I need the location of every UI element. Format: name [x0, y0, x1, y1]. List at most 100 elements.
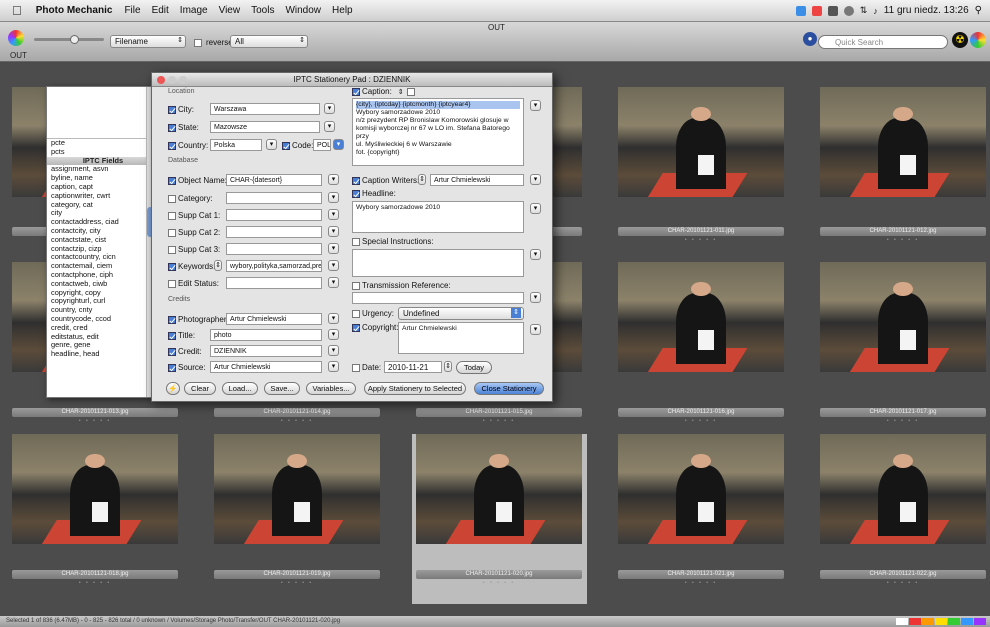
minimize-icon[interactable]: [168, 76, 176, 84]
supp-cat-2-checkbox[interactable]: [168, 228, 176, 237]
field-list-item[interactable]: category, cat: [47, 200, 155, 210]
photographer-field[interactable]: Artur Chmielewski: [226, 313, 322, 325]
code-checkbox[interactable]: [282, 141, 290, 150]
credit-menu-button[interactable]: ▾: [328, 345, 339, 356]
color-wheel-icon[interactable]: [970, 32, 986, 48]
caption-menu-button[interactable]: ▾: [530, 100, 541, 111]
supp-cat-2-menu-button[interactable]: ▾: [328, 226, 339, 237]
menu-window[interactable]: Window: [285, 5, 321, 16]
rating-stars[interactable]: • • • • •: [820, 418, 986, 424]
dropbox-icon[interactable]: [795, 5, 806, 16]
thumbnail-image[interactable]: [820, 262, 986, 372]
menu-tools[interactable]: Tools: [251, 5, 274, 16]
rating-stars[interactable]: • • • • •: [12, 580, 178, 586]
photomechanic-logo-icon[interactable]: [8, 30, 24, 46]
quick-search-input[interactable]: Quick Search: [818, 35, 948, 49]
menu-edit[interactable]: Edit: [152, 5, 169, 16]
clock[interactable]: 11 gru niedz. 13:26: [884, 5, 969, 16]
headline-menu-button[interactable]: ▾: [530, 203, 541, 214]
globe-icon[interactable]: ●: [803, 32, 817, 46]
keywords-menu-button[interactable]: ▾: [328, 260, 339, 271]
thumbnail-cell[interactable]: CHAR-20101121-020.jpg • • • • •: [412, 434, 587, 604]
rating-stars[interactable]: • • • • •: [618, 418, 784, 424]
thumbnail-caption[interactable]: CHAR-20101121-017.jpg: [820, 408, 986, 417]
city-field[interactable]: Warszawa: [210, 103, 320, 115]
special-instructions-menu-button[interactable]: ▾: [530, 249, 541, 260]
menu-image[interactable]: Image: [180, 5, 208, 16]
object-name-field[interactable]: CHAR-{datesort}: [226, 174, 322, 186]
lightning-button[interactable]: ⚡: [166, 382, 180, 395]
thumbnail-caption[interactable]: CHAR-20101121-012.jpg: [820, 227, 986, 236]
menu-help[interactable]: Help: [332, 5, 353, 16]
urgency-select[interactable]: Undefined ⇕: [398, 307, 524, 320]
thumbnail-size-slider[interactable]: [34, 35, 104, 44]
edit-status-field[interactable]: [226, 277, 322, 289]
thumbnail-cell[interactable]: CHAR-20101121-012.jpg • • • • •: [816, 67, 990, 243]
special-instructions-checkbox[interactable]: [352, 237, 360, 246]
city-menu-button[interactable]: ▾: [324, 103, 335, 114]
category-menu-button[interactable]: ▾: [328, 192, 339, 203]
country-menu-button[interactable]: ▾: [266, 139, 277, 150]
transmission-menu-button[interactable]: ▾: [530, 292, 541, 303]
source-menu-button[interactable]: ▾: [328, 361, 339, 372]
category-checkbox[interactable]: [168, 194, 176, 203]
date-checkbox[interactable]: [352, 363, 360, 372]
title-field[interactable]: photo: [210, 329, 322, 341]
color-class-swatch[interactable]: [896, 618, 908, 625]
wifi-icon[interactable]: ⇅: [860, 5, 868, 16]
thumbnail-cell[interactable]: CHAR-20101121-022.jpg • • • • •: [816, 434, 990, 604]
rating-stars[interactable]: • • • • •: [12, 418, 178, 424]
slider-knob[interactable]: [70, 35, 79, 44]
caption-lock-checkbox[interactable]: [406, 87, 415, 96]
thumbnail-image[interactable]: [820, 87, 986, 197]
source-checkbox[interactable]: [168, 363, 176, 372]
thumbnail-caption[interactable]: CHAR-20101121-015.jpg: [416, 408, 582, 417]
thumbnail-caption[interactable]: CHAR-20101121-014.jpg: [214, 408, 380, 417]
color-class-swatch[interactable]: [909, 618, 921, 625]
menu-file[interactable]: File: [124, 5, 140, 16]
filter-select[interactable]: All ⇕: [230, 35, 308, 48]
thumbnail-cell[interactable]: CHAR-20101121-011.jpg • • • • •: [614, 67, 789, 243]
edit-status-menu-button[interactable]: ▾: [328, 277, 339, 288]
rating-stars[interactable]: • • • • •: [416, 418, 582, 424]
thumbnail-image[interactable]: [820, 434, 986, 544]
code-field[interactable]: POL: [313, 139, 331, 151]
supp-cat-3-checkbox[interactable]: [168, 245, 176, 254]
thumbnail-caption[interactable]: CHAR-20101121-011.jpg: [618, 227, 784, 236]
urgency-checkbox[interactable]: [352, 309, 360, 318]
thumbnail-image[interactable]: [12, 434, 178, 544]
radiation-icon[interactable]: ☢: [952, 32, 968, 48]
rating-stars[interactable]: • • • • •: [820, 580, 986, 586]
object-name-checkbox[interactable]: [168, 176, 176, 185]
date-stepper[interactable]: ⇕: [444, 361, 452, 372]
sync-icon[interactable]: [827, 5, 838, 16]
iptc-field-list[interactable]: pcte pcts IPTC Fields assignment, asvn bylin…: [46, 86, 156, 398]
country-field[interactable]: Polska: [210, 139, 262, 151]
status-icon[interactable]: [811, 5, 822, 16]
state-menu-button[interactable]: ▾: [324, 121, 335, 132]
tab-out[interactable]: OUT: [10, 51, 27, 60]
category-field[interactable]: [226, 192, 322, 204]
thumbnail-caption[interactable]: CHAR-20101121-020.jpg: [416, 570, 582, 579]
thumbnail-caption[interactable]: CHAR-20101121-013.jpg: [12, 408, 178, 417]
rating-stars[interactable]: • • • • •: [618, 237, 784, 243]
keywords-checkbox[interactable]: [168, 262, 176, 271]
rating-stars[interactable]: • • • • •: [618, 580, 784, 586]
thumbnail-caption[interactable]: CHAR-20101121-022.jpg: [820, 570, 986, 579]
rating-stars[interactable]: • • • • •: [820, 237, 986, 243]
special-instructions-textarea[interactable]: [352, 249, 524, 277]
object-name-menu-button[interactable]: ▾: [328, 174, 339, 185]
rating-stars[interactable]: • • • • •: [214, 418, 380, 424]
zoom-icon[interactable]: [179, 76, 187, 84]
thumbnail-image[interactable]: [618, 262, 784, 372]
reverse-checkbox[interactable]: reverse: [194, 38, 233, 47]
app-menu[interactable]: Photo Mechanic: [36, 5, 113, 16]
sort-select[interactable]: Filename ⇕: [110, 35, 186, 48]
thumbnail-caption[interactable]: CHAR-20101121-016.jpg: [618, 408, 784, 417]
thumbnail-image[interactable]: [618, 434, 784, 544]
thumbnail-cell[interactable]: CHAR-20101121-018.jpg • • • • •: [8, 434, 183, 604]
spotlight-icon[interactable]: ⚲: [975, 5, 982, 16]
color-class-swatch[interactable]: [948, 618, 960, 625]
color-class-swatch[interactable]: [935, 618, 947, 625]
color-class-swatch[interactable]: [961, 618, 973, 625]
